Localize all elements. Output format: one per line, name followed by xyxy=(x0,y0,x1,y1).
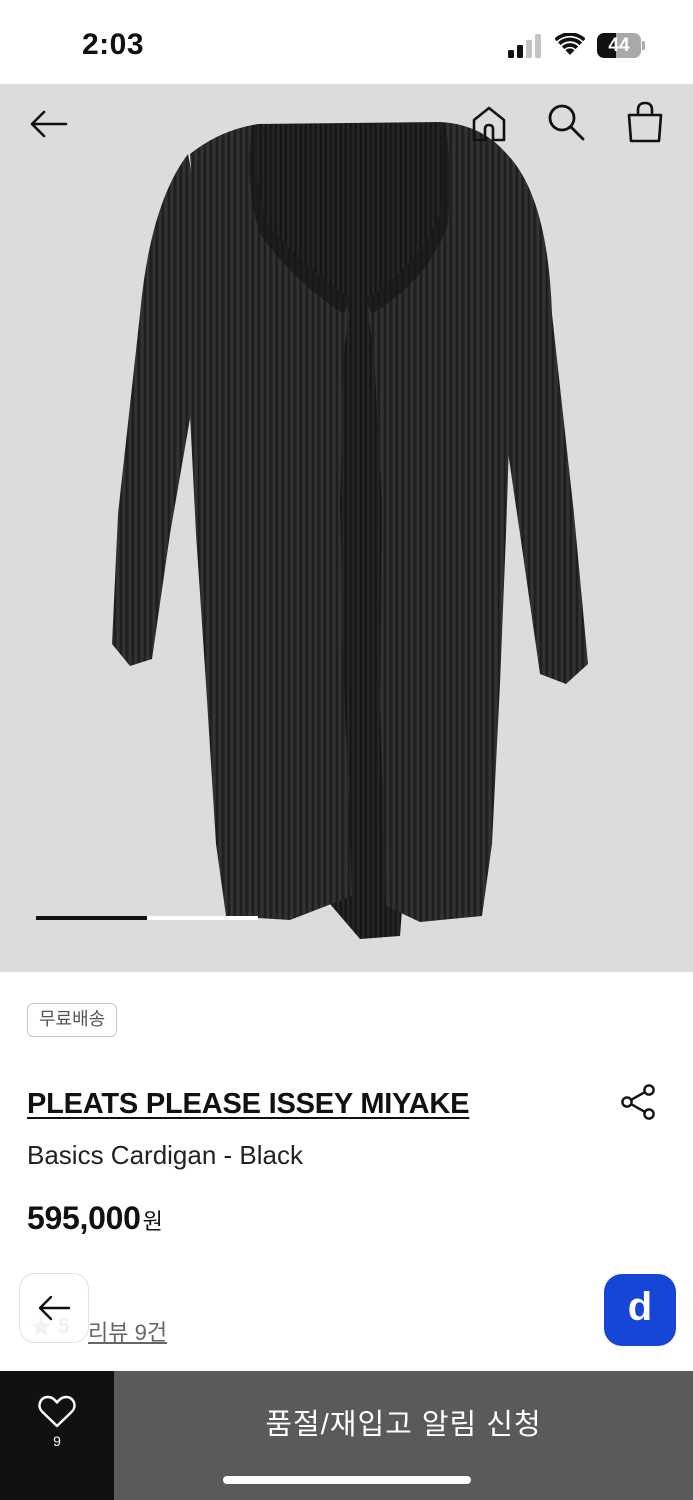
home-icon xyxy=(472,106,506,142)
status-time: 2:03 xyxy=(82,28,145,61)
price-unit: 원 xyxy=(142,1209,163,1234)
review-link[interactable]: 리뷰 9건 xyxy=(88,1315,167,1347)
chat-button[interactable]: d xyxy=(604,1274,676,1346)
wifi-icon xyxy=(555,33,585,55)
home-button[interactable] xyxy=(465,100,513,148)
like-count: 9 xyxy=(53,1433,61,1449)
battery-icon: 44 xyxy=(597,33,645,58)
status-bar: 2:03 44 xyxy=(0,0,693,84)
share-icon[interactable] xyxy=(619,1083,657,1121)
product-image xyxy=(112,122,588,939)
gallery-progress-indicator xyxy=(36,916,147,920)
shopping-bag-button[interactable] xyxy=(621,98,669,146)
price: 595,000원 xyxy=(27,1200,163,1237)
back-button[interactable] xyxy=(24,100,72,148)
search-button[interactable] xyxy=(542,98,590,146)
like-button[interactable]: 9 xyxy=(0,1371,114,1500)
heart-icon xyxy=(38,1395,76,1428)
arrow-left-icon xyxy=(30,110,68,138)
shopping-bag-icon xyxy=(627,101,663,143)
free-shipping-badge: 무료배송 xyxy=(27,1003,118,1037)
floating-back-button[interactable] xyxy=(19,1273,89,1343)
product-image-gallery[interactable] xyxy=(0,84,693,972)
brand-link[interactable]: PLEATS PLEASE ISSEY MIYAKE xyxy=(27,1088,469,1121)
arrow-left-icon xyxy=(38,1295,71,1321)
battery-level: 44 xyxy=(608,35,630,56)
chat-button-label: d xyxy=(627,1285,653,1329)
home-indicator xyxy=(223,1476,471,1484)
gallery-progress-track xyxy=(36,916,258,920)
price-value: 595,000 xyxy=(27,1200,141,1236)
cellular-signal-icon xyxy=(508,34,541,58)
product-name: Basics Cardigan - Black xyxy=(27,1140,303,1170)
search-icon xyxy=(548,104,585,141)
